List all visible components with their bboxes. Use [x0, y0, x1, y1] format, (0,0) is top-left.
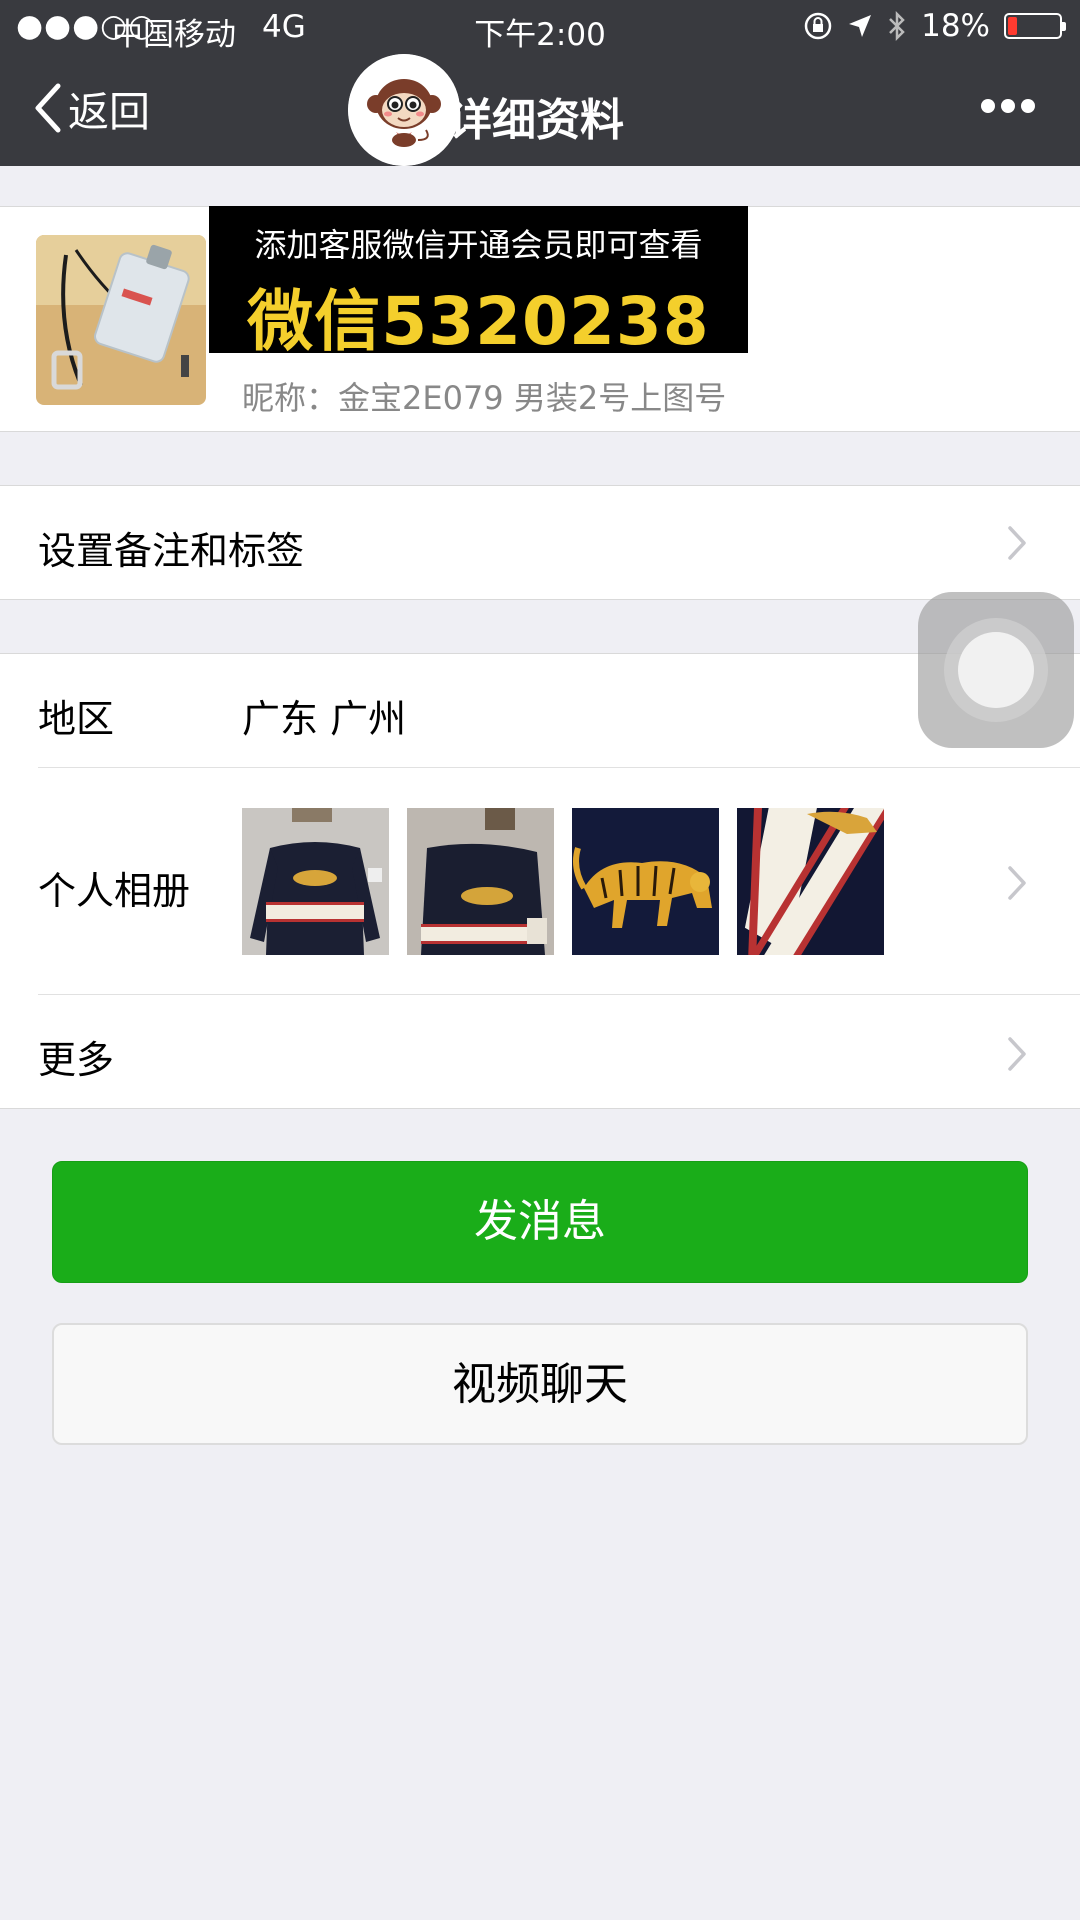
album-label: 个人相册 — [38, 869, 191, 913]
more-row[interactable]: 更多 — [0, 995, 1080, 1109]
region-label: 地区 — [38, 697, 115, 741]
assistive-touch-button[interactable] — [918, 592, 1074, 748]
album-photo-1[interactable] — [242, 808, 389, 955]
orientation-lock-icon — [803, 11, 833, 41]
send-message-button[interactable]: 发消息 — [52, 1161, 1028, 1283]
album-photo-3[interactable] — [572, 808, 719, 955]
promo-line-2: 微信5320238 — [247, 283, 710, 360]
nickname-text: 昵称：金宝2E079 男装2号上图号 — [242, 379, 727, 417]
monkey-logo-watermark — [348, 54, 460, 166]
avatar[interactable] — [36, 235, 206, 405]
promo-line-1: 添加客服微信开通会员即可查看 — [254, 226, 703, 264]
chevron-right-icon — [1006, 864, 1028, 902]
more-label: 更多 — [38, 1038, 115, 1082]
top-bar: ●●●○○ 中国移动 4G 下午2:00 18% 返回 详细资料 — [0, 0, 1080, 166]
chevron-left-icon — [32, 82, 62, 134]
battery-icon — [1004, 13, 1066, 39]
back-button[interactable]: 返回 — [32, 78, 150, 138]
battery-percent: 18% — [921, 8, 990, 44]
album-photo-4[interactable] — [737, 808, 884, 955]
bluetooth-icon — [887, 10, 907, 42]
navigation-bar: 返回 详细资料 — [0, 54, 1080, 166]
assistive-touch-core — [958, 632, 1034, 708]
set-remark-row[interactable]: 设置备注和标签 — [0, 485, 1080, 600]
video-chat-button[interactable]: 视频聊天 — [52, 1323, 1028, 1445]
status-bar: ●●●○○ 中国移动 4G 下午2:00 18% — [0, 0, 1080, 54]
status-right-group: 18% — [803, 8, 1066, 44]
region-value: 广东 广州 — [242, 697, 407, 741]
chevron-right-icon — [1006, 1035, 1028, 1073]
promo-banner: 添加客服微信开通会员即可查看 微信5320238 — [209, 206, 748, 360]
back-label: 返回 — [68, 88, 150, 136]
set-remark-label: 设置备注和标签 — [38, 529, 305, 573]
location-arrow-icon — [847, 13, 873, 39]
album-thumbnails — [242, 808, 884, 955]
album-row[interactable]: 个人相册 — [0, 768, 1080, 994]
more-dots-icon — [980, 98, 1036, 114]
chevron-right-icon — [1006, 524, 1028, 562]
album-photo-2[interactable] — [407, 808, 554, 955]
more-button[interactable] — [980, 98, 1036, 118]
page-title: 详细资料 — [448, 95, 624, 146]
